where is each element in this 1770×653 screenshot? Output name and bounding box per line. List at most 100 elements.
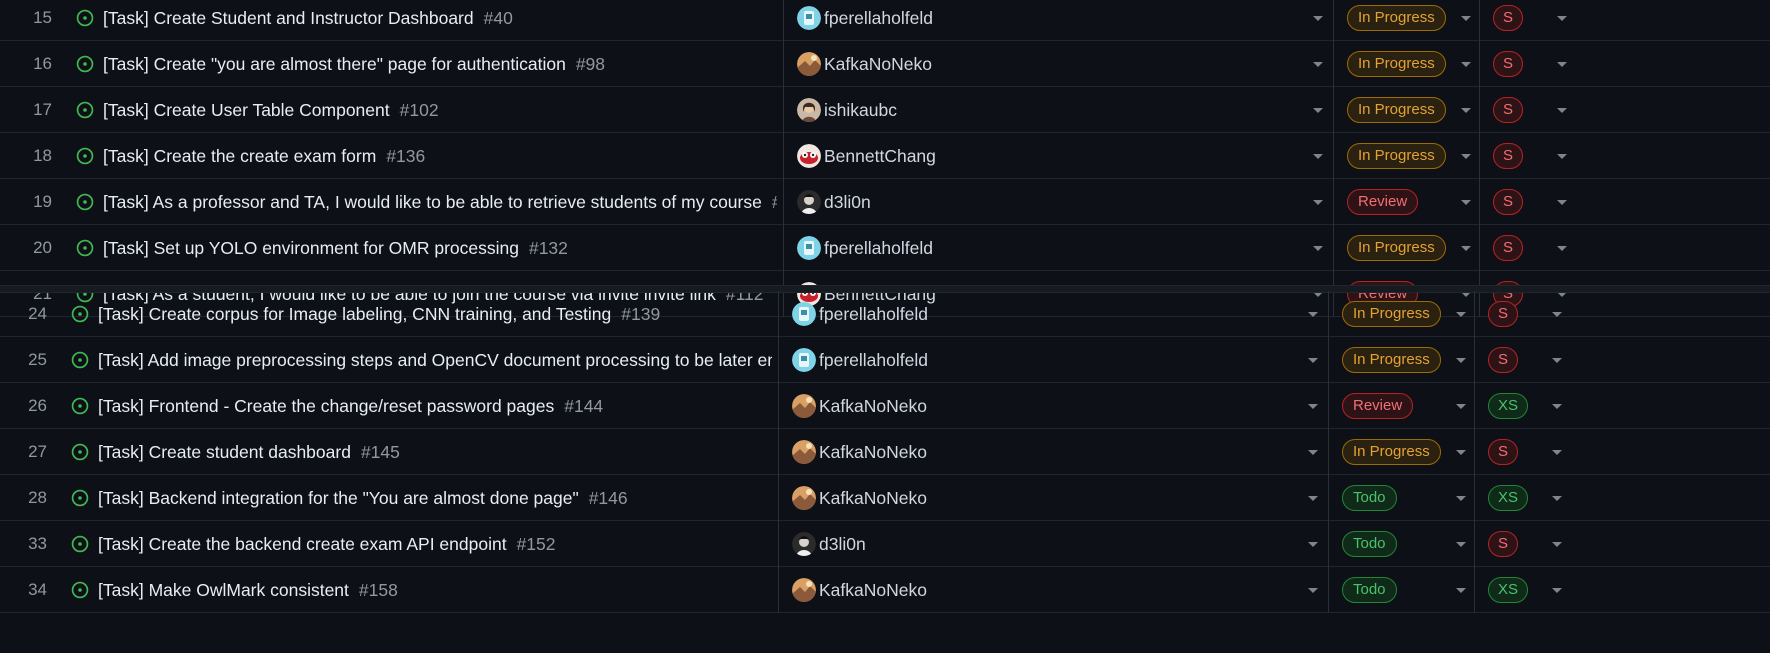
avatar[interactable] xyxy=(792,394,816,418)
issue-title[interactable]: [Task] Create User Table Component xyxy=(103,100,390,120)
table-row[interactable]: 17 [Task] Create User Table Component #10… xyxy=(0,87,1770,133)
size-badge[interactable]: S xyxy=(1493,189,1524,215)
issue-title[interactable]: [Task] Create "you are almost there" pag… xyxy=(103,54,566,74)
issue-title-link[interactable]: [Task] Create the backend create exam AP… xyxy=(98,521,556,567)
chevron-down-icon[interactable] xyxy=(1308,542,1318,547)
chevron-down-icon[interactable] xyxy=(1552,588,1562,593)
status-badge[interactable]: In Progress xyxy=(1347,5,1446,31)
issue-title-link[interactable]: [Task] Create corpus for Image labeling,… xyxy=(98,291,660,337)
chevron-down-icon[interactable] xyxy=(1308,496,1318,501)
assignee-name[interactable]: ishikaubc xyxy=(824,87,897,133)
size-badge[interactable]: S xyxy=(1493,51,1524,77)
chevron-down-icon[interactable] xyxy=(1313,16,1323,21)
issue-title-link[interactable]: [Task] Set up YOLO environment for OMR p… xyxy=(103,225,568,271)
chevron-down-icon[interactable] xyxy=(1456,542,1466,547)
chevron-down-icon[interactable] xyxy=(1456,404,1466,409)
chevron-down-icon[interactable] xyxy=(1461,62,1471,67)
chevron-down-icon[interactable] xyxy=(1308,358,1318,363)
assignee-name[interactable]: KafkaNoNeko xyxy=(819,383,927,429)
status-badge[interactable]: In Progress xyxy=(1347,235,1446,261)
issue-title-link[interactable]: [Task] As a professor and TA, I would li… xyxy=(103,179,777,225)
status-badge[interactable]: Todo xyxy=(1342,485,1397,511)
size-badge[interactable]: S xyxy=(1488,531,1519,557)
chevron-down-icon[interactable] xyxy=(1552,496,1562,501)
issue-title[interactable]: [Task] Create the create exam form xyxy=(103,146,376,166)
chevron-down-icon[interactable] xyxy=(1313,108,1323,113)
chevron-down-icon[interactable] xyxy=(1456,588,1466,593)
issue-title-link[interactable]: [Task] Create the create exam form #136 xyxy=(103,133,425,179)
assignee-name[interactable]: fperellaholfeld xyxy=(824,225,933,271)
issue-title-link[interactable]: [Task] Create Student and Instructor Das… xyxy=(103,0,513,41)
table-row[interactable]: 24 [Task] Create corpus for Image labeli… xyxy=(0,291,1770,337)
assignee-name[interactable]: KafkaNoNeko xyxy=(824,41,932,87)
status-badge[interactable]: Todo xyxy=(1342,531,1397,557)
status-badge[interactable]: Review xyxy=(1347,189,1419,215)
chevron-down-icon[interactable] xyxy=(1308,588,1318,593)
size-badge[interactable]: S xyxy=(1488,439,1519,465)
issue-title-link[interactable]: [Task] Create User Table Component #102 xyxy=(103,87,439,133)
size-badge[interactable]: XS xyxy=(1488,485,1529,511)
table-row[interactable]: 28 [Task] Backend integration for the "Y… xyxy=(0,475,1770,521)
status-badge[interactable]: In Progress xyxy=(1342,439,1441,465)
issue-title[interactable]: [Task] Create Student and Instructor Das… xyxy=(103,8,474,28)
avatar[interactable] xyxy=(792,578,816,602)
chevron-down-icon[interactable] xyxy=(1552,312,1562,317)
chevron-down-icon[interactable] xyxy=(1308,312,1318,317)
issue-title-link[interactable]: [Task] Create student dashboard #145 xyxy=(98,429,400,475)
status-badge[interactable]: Review xyxy=(1342,393,1414,419)
chevron-down-icon[interactable] xyxy=(1313,200,1323,205)
avatar[interactable] xyxy=(797,236,821,260)
issue-title-link[interactable]: [Task] Frontend - Create the change/rese… xyxy=(98,383,603,429)
issue-title[interactable]: [Task] Set up YOLO environment for OMR p… xyxy=(103,238,519,258)
chevron-down-icon[interactable] xyxy=(1461,200,1471,205)
status-badge[interactable]: In Progress xyxy=(1347,97,1446,123)
status-badge[interactable]: In Progress xyxy=(1342,347,1441,373)
chevron-down-icon[interactable] xyxy=(1552,404,1562,409)
chevron-down-icon[interactable] xyxy=(1557,62,1567,67)
size-badge[interactable]: S xyxy=(1488,347,1519,373)
issue-title-link[interactable]: [Task] Create "you are almost there" pag… xyxy=(103,41,605,87)
issue-title[interactable]: [Task] Create corpus for Image labeling,… xyxy=(98,304,611,324)
chevron-down-icon[interactable] xyxy=(1308,450,1318,455)
issue-title[interactable]: [Task] As a professor and TA, I would li… xyxy=(103,192,762,212)
chevron-down-icon[interactable] xyxy=(1313,246,1323,251)
table-row[interactable]: 16 [Task] Create "you are almost there" … xyxy=(0,41,1770,87)
issue-title-link[interactable]: [Task] Backend integration for the "You … xyxy=(98,475,628,521)
assignee-name[interactable]: fperellaholfeld xyxy=(819,337,928,383)
status-badge[interactable]: In Progress xyxy=(1347,51,1446,77)
chevron-down-icon[interactable] xyxy=(1557,16,1567,21)
table-row[interactable]: 25 [Task] Add image preprocessing steps … xyxy=(0,337,1770,383)
assignee-name[interactable]: KafkaNoNeko xyxy=(819,475,927,521)
status-badge[interactable]: In Progress xyxy=(1342,301,1441,327)
chevron-down-icon[interactable] xyxy=(1313,154,1323,159)
chevron-down-icon[interactable] xyxy=(1456,358,1466,363)
avatar[interactable] xyxy=(792,486,816,510)
table-row[interactable]: 26 [Task] Frontend - Create the change/r… xyxy=(0,383,1770,429)
assignee-name[interactable]: d3li0n xyxy=(819,521,866,567)
issue-title[interactable]: [Task] Frontend - Create the change/rese… xyxy=(98,396,554,416)
table-row[interactable]: 27 [Task] Create student dashboard #145 K… xyxy=(0,429,1770,475)
table-row[interactable]: 20 [Task] Set up YOLO environment for OM… xyxy=(0,225,1770,271)
avatar[interactable] xyxy=(792,302,816,326)
table-row[interactable]: 18 [Task] Create the create exam form #13… xyxy=(0,133,1770,179)
issue-title[interactable]: [Task] Make OwlMark consistent xyxy=(98,580,349,600)
issue-title[interactable]: [Task] Create the backend create exam AP… xyxy=(98,534,507,554)
assignee-name[interactable]: fperellaholfeld xyxy=(819,291,928,337)
chevron-down-icon[interactable] xyxy=(1456,496,1466,501)
chevron-down-icon[interactable] xyxy=(1461,16,1471,21)
size-badge[interactable]: S xyxy=(1488,301,1519,327)
size-badge[interactable]: XS xyxy=(1488,393,1529,419)
chevron-down-icon[interactable] xyxy=(1557,246,1567,251)
size-badge[interactable]: S xyxy=(1493,97,1524,123)
table-row[interactable]: 34 [Task] Make OwlMark consistent #158 Ka… xyxy=(0,567,1770,613)
assignee-name[interactable]: fperellaholfeld xyxy=(824,0,933,41)
chevron-down-icon[interactable] xyxy=(1552,450,1562,455)
chevron-down-icon[interactable] xyxy=(1557,154,1567,159)
avatar[interactable] xyxy=(792,532,816,556)
avatar[interactable] xyxy=(792,348,816,372)
status-badge[interactable]: Todo xyxy=(1342,577,1397,603)
chevron-down-icon[interactable] xyxy=(1461,246,1471,251)
chevron-down-icon[interactable] xyxy=(1557,108,1567,113)
assignee-name[interactable]: BennettChang xyxy=(824,133,936,179)
avatar[interactable] xyxy=(797,190,821,214)
